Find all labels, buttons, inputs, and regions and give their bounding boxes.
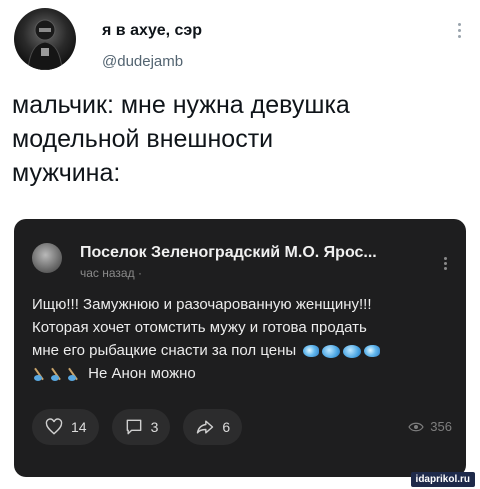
tweet-text: мальчик: мне нужна девушка модельной вне… xyxy=(12,91,350,187)
like-count: 14 xyxy=(71,419,87,435)
post-text: Ищю!!! Замужнюю и разочарованную женщину… xyxy=(32,293,462,385)
group-name[interactable]: Поселок Зеленоградский М.О. Ярос... xyxy=(80,244,377,262)
emoji-group xyxy=(303,344,381,358)
comment-button[interactable]: 3 xyxy=(111,409,171,445)
post-more-options-icon[interactable] xyxy=(442,255,448,275)
fish-emoji-icon xyxy=(303,344,320,357)
fishing-rod-emoji-icon xyxy=(32,367,46,382)
eye-icon xyxy=(408,422,424,431)
share-icon xyxy=(197,420,214,434)
fish-emoji-icon xyxy=(364,344,381,357)
author-handle[interactable]: @dudejamb xyxy=(102,53,183,70)
share-count: 6 xyxy=(222,419,231,435)
emoji-group xyxy=(32,367,80,382)
fishing-rod-emoji-icon xyxy=(66,367,80,382)
post-text-line: Ищю!!! Замужнюю и разочарованную женщину… xyxy=(32,296,372,313)
more-options-icon[interactable] xyxy=(456,20,462,44)
post-actions: 14 3 6 xyxy=(32,409,243,445)
comment-icon xyxy=(126,419,141,435)
author-display-name[interactable]: я в ахуе, сэр xyxy=(102,22,202,40)
post-text-line: мне его рыбацкие снасти за пол цены xyxy=(32,339,462,362)
post-text-line: Которая хочет отомстить мужу и готова пр… xyxy=(32,319,367,336)
share-button[interactable]: 6 xyxy=(183,409,243,445)
like-button[interactable]: 14 xyxy=(32,409,99,445)
author-avatar[interactable] xyxy=(14,8,76,70)
heart-icon xyxy=(45,418,63,435)
whale-emoji-icon xyxy=(322,344,341,358)
post-time: час назад · xyxy=(80,266,142,280)
post-text-line: Не Анон можно xyxy=(32,362,462,385)
comment-count: 3 xyxy=(150,419,159,435)
embedded-post-card: Поселок Зеленоградский М.О. Ярос... час … xyxy=(14,219,466,477)
whale-emoji-icon xyxy=(343,344,362,358)
watermark: idaprikol.ru xyxy=(410,472,475,487)
fishing-rod-emoji-icon xyxy=(49,367,63,382)
view-counter: 356 xyxy=(408,419,452,434)
view-count: 356 xyxy=(430,419,452,434)
group-avatar[interactable] xyxy=(32,243,62,273)
